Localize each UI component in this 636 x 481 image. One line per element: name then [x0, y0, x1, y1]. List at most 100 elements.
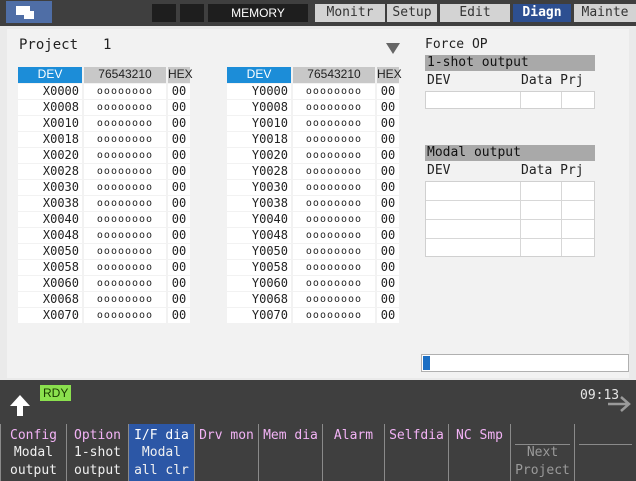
function-key-label: Selfdia	[389, 428, 444, 443]
oneshot-output-grid[interactable]	[425, 91, 595, 109]
x-cell-hex: 00	[168, 132, 190, 147]
function-key-sublabel: Next	[526, 445, 559, 460]
y-cell-bits: oooooooo	[293, 196, 375, 211]
x-cell-hex: 00	[168, 292, 190, 307]
up-arrow-icon[interactable]	[6, 391, 34, 419]
right-arrow-icon[interactable]	[606, 394, 634, 414]
y-cell-dev: Y0048	[227, 228, 291, 243]
y-cell-hex: 00	[377, 100, 399, 115]
function-key-7[interactable]: Selfdia	[384, 424, 448, 481]
x-cell-bits: oooooooo	[84, 84, 166, 99]
function-key-sublabel: Modal	[13, 445, 54, 460]
x-cell-dev: X0060	[18, 276, 82, 291]
force-op-title: Force OP	[425, 37, 488, 52]
y-cell-dev: Y0008	[227, 100, 291, 115]
tab-edit[interactable]: Edit	[440, 4, 510, 22]
progress-bar	[421, 354, 629, 372]
y-cell-dev: Y0030	[227, 180, 291, 195]
tab-setup[interactable]: Setup	[387, 4, 437, 22]
function-key-separator	[579, 444, 632, 445]
oneshot-output-header: 1-shot output	[425, 55, 595, 71]
project-value[interactable]: 1	[103, 37, 111, 53]
col-hex: HEX	[377, 67, 402, 83]
tab-monitr[interactable]: Monitr	[315, 4, 385, 22]
oneshot-col-dev: DEV	[427, 73, 451, 88]
project-label: Project	[19, 37, 79, 53]
y-cell-hex: 00	[377, 260, 399, 275]
x-cell-bits: oooooooo	[84, 100, 166, 115]
triangle-down-icon[interactable]	[386, 43, 400, 54]
x-cell-dev: X0038	[18, 196, 82, 211]
x-cell-dev: X0050	[18, 244, 82, 259]
ready-status-badge: RDY	[40, 385, 72, 401]
function-key-label: Alarm	[333, 428, 374, 443]
y-cell-dev: Y0050	[227, 244, 291, 259]
y-cell-hex: 00	[377, 148, 399, 163]
x-cell-hex: 00	[168, 276, 190, 291]
function-key-label: Config	[10, 428, 57, 443]
function-key-sublabel-2: all clr	[134, 463, 189, 478]
x-cell-hex: 00	[168, 164, 190, 179]
y-cell-hex: 00	[377, 292, 399, 307]
modal-output-grid[interactable]	[425, 181, 595, 257]
x-cell-bits: oooooooo	[84, 292, 166, 307]
y-cell-hex: 00	[377, 196, 399, 211]
modal-columns: DEV Data Prj	[425, 163, 595, 179]
x-cell-hex: 00	[168, 100, 190, 115]
function-key-5[interactable]: Mem dia	[258, 424, 322, 481]
y-cell-dev: Y0068	[227, 292, 291, 307]
col-hex: HEX	[168, 67, 193, 83]
function-key-6[interactable]: Alarm	[322, 424, 384, 481]
y-cell-bits: oooooooo	[293, 260, 375, 275]
function-key-sublabel: Modal	[141, 445, 182, 460]
y-cell-dev: Y0020	[227, 148, 291, 163]
y-cell-hex: 00	[377, 164, 399, 179]
x-cell-dev: X0058	[18, 260, 82, 275]
x-cell-bits: oooooooo	[84, 244, 166, 259]
x-cell-hex: 00	[168, 148, 190, 163]
x-cell-hex: 00	[168, 228, 190, 243]
tab-mainte[interactable]: Mainte	[574, 4, 636, 22]
y-cell-bits: oooooooo	[293, 276, 375, 291]
y-cell-bits: oooooooo	[293, 180, 375, 195]
function-key-label: I/F dia	[134, 428, 189, 443]
y-cell-dev: Y0060	[227, 276, 291, 291]
x-cell-hex: 00	[168, 180, 190, 195]
function-key-2[interactable]: Option 1-shot output	[66, 424, 128, 481]
x-cell-bits: oooooooo	[84, 260, 166, 275]
function-key-3[interactable]: I/F dia Modal all clr	[128, 424, 194, 481]
function-key-1[interactable]: Config Modal output	[0, 424, 66, 481]
function-key-9[interactable]: Next Project	[510, 424, 574, 481]
oneshot-columns: DEV Data Prj	[425, 73, 595, 89]
x-cell-dev: X0030	[18, 180, 82, 195]
nc-diagnosis-screen: MEMORY Monitr Setup Edit Diagn Mainte Pr…	[0, 0, 636, 481]
function-key-separator	[515, 444, 570, 445]
y-cell-hex: 00	[377, 212, 399, 227]
x-cell-dev: X0000	[18, 84, 82, 99]
function-key-8[interactable]: NC Smp	[448, 424, 510, 481]
x-cell-dev: X0070	[18, 308, 82, 323]
function-key-4[interactable]: Drv mon	[194, 424, 258, 481]
y-cell-hex: 00	[377, 180, 399, 195]
y-cell-bits: oooooooo	[293, 308, 375, 323]
y-cell-hex: 00	[377, 244, 399, 259]
y-cell-hex: 00	[377, 228, 399, 243]
modal-col-data-prj: Data Prj	[521, 163, 584, 178]
window-logo-icon[interactable]	[6, 1, 52, 23]
function-key-10[interactable]	[574, 424, 636, 481]
oneshot-col-data-prj: Data Prj	[521, 73, 584, 88]
x-cell-hex: 00	[168, 308, 190, 323]
x-cell-dev: X0068	[18, 292, 82, 307]
function-key-label: Mem dia	[263, 428, 318, 443]
status-indicator-1	[152, 4, 176, 22]
x-cell-bits: oooooooo	[84, 308, 166, 323]
x-cell-dev: X0020	[18, 148, 82, 163]
x-cell-bits: oooooooo	[84, 132, 166, 147]
x-cell-bits: oooooooo	[84, 196, 166, 211]
y-cell-bits: oooooooo	[293, 132, 375, 147]
x-cell-dev: X0040	[18, 212, 82, 227]
function-key-sublabel-2: Project	[515, 463, 570, 478]
x-cell-dev: X0028	[18, 164, 82, 179]
y-cell-bits: oooooooo	[293, 292, 375, 307]
tab-diagn[interactable]: Diagn	[513, 4, 571, 22]
